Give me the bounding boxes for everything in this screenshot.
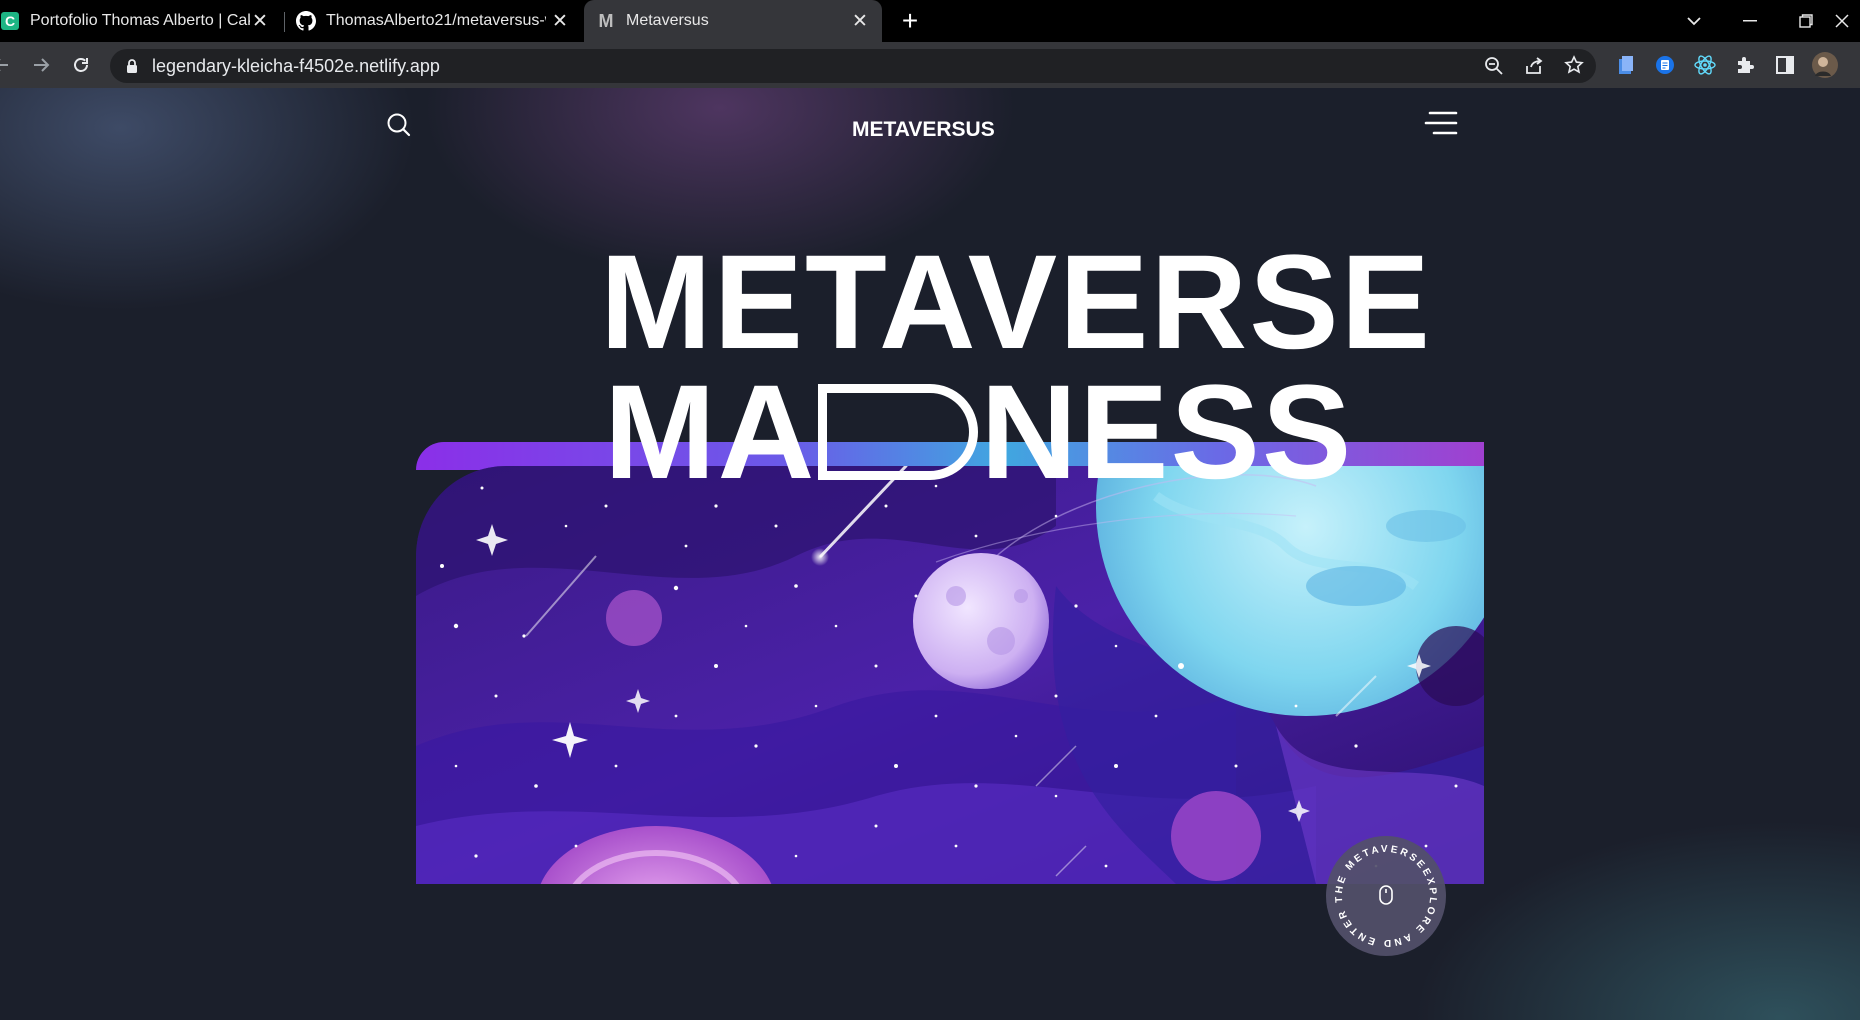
new-tab-button[interactable]: +: [896, 7, 924, 35]
tab-github[interactable]: ThomasAlberto21/metaversus-w ✕: [296, 0, 582, 42]
tab-search-icon[interactable]: [1674, 8, 1714, 34]
tab-close-icon[interactable]: ✕: [850, 11, 870, 32]
bookmark-star-icon[interactable]: [1564, 55, 1584, 80]
github-icon: [296, 11, 316, 31]
share-icon[interactable]: [1524, 56, 1544, 81]
reload-icon[interactable]: [66, 50, 96, 80]
explore-metaverse-button[interactable]: EXPLORE AND ENTER THE METAVERSE: [1314, 823, 1459, 968]
hero-cover: [416, 442, 1484, 884]
tab-separator: [284, 12, 285, 32]
tab-portfolio[interactable]: C Portofolio Thomas Alberto | Cake ✕: [0, 0, 282, 42]
tab-title: ThomasAlberto21/metaversus-w: [326, 12, 546, 29]
extensions-puzzle-icon[interactable]: [1730, 50, 1760, 80]
back-icon[interactable]: [0, 50, 16, 80]
window-close-icon[interactable]: [1822, 8, 1860, 34]
extension-blue-icon[interactable]: [1650, 50, 1680, 80]
search-icon[interactable]: [386, 112, 416, 142]
forward-icon[interactable]: [26, 50, 56, 80]
tab-title: Portofolio Thomas Alberto | Cake: [30, 12, 250, 29]
hero-title-part-right: NESS: [980, 358, 1354, 507]
tab-close-icon[interactable]: ✕: [250, 11, 270, 32]
react-devtools-icon[interactable]: [1690, 50, 1720, 80]
tab-close-icon[interactable]: ✕: [550, 11, 570, 32]
url-text: legendary-kleicha-f4502e.netlify.app: [152, 56, 440, 76]
hero-title-part-left: MA: [604, 358, 817, 507]
tab-strip: C Portofolio Thomas Alberto | Cake ✕ Tho…: [0, 0, 1860, 42]
hero-title-line2: MA NESS: [604, 366, 1353, 500]
restore-icon[interactable]: [1786, 8, 1826, 34]
hero-title-line1: METAVERSE: [600, 228, 1433, 377]
metaversus-page: METAVERSUS METAVERSE MA NESS EXPLORE AND…: [0, 88, 1860, 1020]
lock-icon[interactable]: [126, 58, 138, 79]
zoom-icon[interactable]: [1484, 56, 1504, 81]
menu-icon[interactable]: [1424, 110, 1458, 140]
tab-metaversus[interactable]: M Metaversus ✕: [584, 0, 882, 42]
profile-avatar[interactable]: [1810, 50, 1840, 80]
tab-title: Metaversus: [626, 12, 709, 29]
browser-toolbar: legendary-kleicha-f4502e.netlify.app: [0, 42, 1860, 88]
metaversus-favicon-icon: M: [598, 10, 614, 31]
space-illustration: [416, 466, 1484, 884]
side-panel-icon[interactable]: [1770, 50, 1800, 80]
site-logo[interactable]: METAVERSUS: [852, 118, 995, 142]
minimize-icon[interactable]: [1730, 8, 1770, 34]
cake-favicon-icon: C: [0, 11, 20, 31]
address-bar[interactable]: legendary-kleicha-f4502e.netlify.app: [110, 49, 1596, 83]
hero-letter-d-shape: [818, 384, 979, 480]
extension-docs-icon[interactable]: [1611, 50, 1641, 80]
